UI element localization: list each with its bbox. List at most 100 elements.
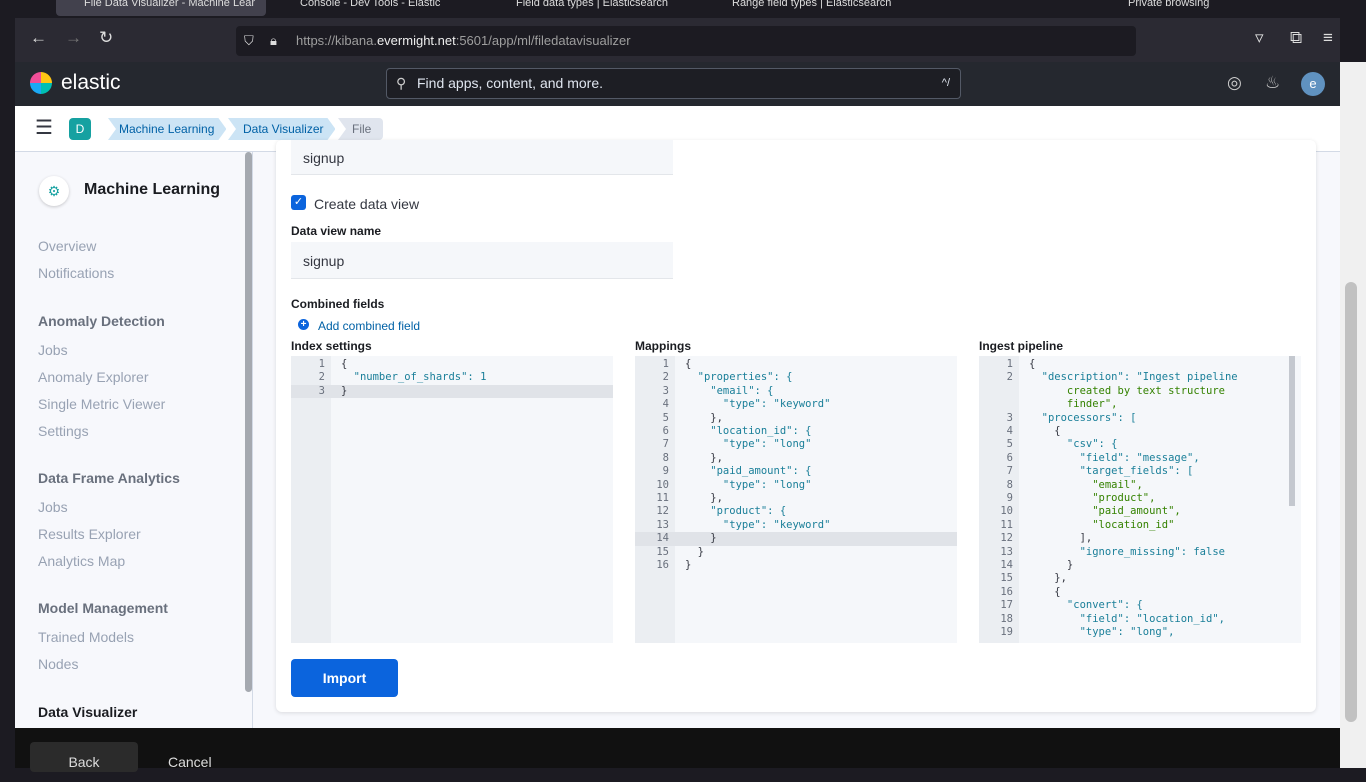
browser-tab[interactable]: Range field types | Elasticsearch	[704, 0, 904, 16]
extensions-icon[interactable]: ⧉	[1290, 28, 1302, 48]
sidebar-item[interactable]: Jobs	[38, 499, 68, 515]
code-text: },	[685, 492, 723, 504]
code-line[interactable]: 9 "product",	[979, 492, 1301, 505]
code-line[interactable]: 14 }	[635, 532, 957, 546]
code-line[interactable]: 3 "email": {	[635, 385, 957, 398]
code-line[interactable]: 16}	[635, 559, 957, 572]
code-line[interactable]: 11 "location_id"	[979, 519, 1301, 532]
plus-circle-icon[interactable]: +	[298, 319, 309, 330]
mappings-editor[interactable]: 1{2 "properties": {3 "email": {4 "type":…	[635, 356, 957, 643]
machine-learning-icon: ⚙	[39, 176, 69, 206]
sidebar-item[interactable]: Nodes	[38, 656, 78, 672]
code-line[interactable]: 5 },	[635, 412, 957, 425]
code-text: "type": "long"	[685, 478, 812, 491]
pocket-icon[interactable]: ▿	[1255, 28, 1264, 48]
code-line[interactable]: 6 "field": "message",	[979, 452, 1301, 465]
code-line[interactable]: 9 "paid_amount": {	[635, 465, 957, 478]
line-number: 13	[1000, 545, 1013, 558]
code-line[interactable]: 13 "type": "keyword"	[635, 519, 957, 532]
code-line[interactable]: finder",	[979, 398, 1301, 411]
cancel-button[interactable]: Cancel	[168, 742, 212, 782]
breadcrumb-data-visualizer[interactable]: Data Visualizer	[228, 118, 335, 140]
code-line[interactable]: created by text structure	[979, 385, 1301, 398]
menu-icon[interactable]: ≡	[1323, 28, 1333, 48]
code-line[interactable]: 15 }	[635, 546, 957, 559]
help-icon[interactable]: ◎	[1227, 73, 1242, 93]
code-line[interactable]: 12 ],	[979, 532, 1301, 545]
elastic-logo-icon[interactable]	[30, 72, 52, 94]
page-scrollbar[interactable]	[1340, 62, 1366, 768]
code-line[interactable]: 5 "csv": {	[979, 438, 1301, 451]
code-text: "field": "location_id",	[1029, 612, 1225, 625]
space-avatar[interactable]: D	[69, 118, 91, 140]
code-line[interactable]: 17 "convert": {	[979, 599, 1301, 612]
code-line[interactable]: 2 "number_of_shards": 1	[291, 371, 613, 384]
sidebar-item[interactable]: Analytics Map	[38, 553, 125, 569]
sidebar-item[interactable]: Overview	[38, 238, 96, 254]
line-number: 8	[1006, 478, 1013, 491]
data-view-name-input[interactable]: signup	[291, 242, 673, 279]
sidebar-item[interactable]: Single Metric Viewer	[38, 396, 165, 412]
code-line[interactable]: 18 "field": "location_id",	[979, 613, 1301, 626]
add-combined-field-link[interactable]: Add combined field	[318, 319, 420, 333]
user-avatar[interactable]: e	[1301, 72, 1325, 96]
code-line[interactable]: 10 "type": "long"	[635, 479, 957, 492]
newsfeed-icon[interactable]: ♨	[1265, 73, 1280, 93]
sidebar-scrollbar[interactable]	[245, 152, 252, 692]
code-line[interactable]: 16 {	[979, 586, 1301, 599]
sidebar-item[interactable]: Anomaly Explorer	[38, 369, 149, 385]
ingest-pipeline-editor[interactable]: 1{2 "description": "Ingest pipeline crea…	[979, 356, 1301, 643]
code-line[interactable]: 2 "description": "Ingest pipeline	[979, 371, 1301, 384]
code-line[interactable]: 1{	[635, 358, 957, 371]
code-line[interactable]: 3}	[291, 384, 613, 399]
code-line[interactable]: 10 "paid_amount",	[979, 505, 1301, 518]
code-line[interactable]: 15 },	[979, 572, 1301, 585]
page-scrollbar-thumb[interactable]	[1345, 282, 1357, 722]
code-line[interactable]: 13 "ignore_missing": false	[979, 546, 1301, 559]
browser-tab[interactable]: Field data types | Elasticsearch	[488, 0, 688, 16]
line-number: 2	[662, 371, 669, 384]
sidebar-section-heading: Anomaly Detection	[38, 313, 165, 329]
forward-arrow-icon[interactable]: →	[65, 28, 82, 48]
code-line[interactable]: 1{	[291, 358, 613, 371]
code-line[interactable]: 7 "target_fields": [	[979, 465, 1301, 478]
sidebar-section-heading[interactable]: Data Visualizer	[38, 704, 137, 720]
sidebar-item[interactable]: Settings	[38, 423, 89, 439]
code-line[interactable]: 19 "type": "long",	[979, 626, 1301, 639]
line-number: 7	[662, 438, 669, 451]
breadcrumb-machine-learning[interactable]: Machine Learning	[108, 118, 226, 140]
code-line[interactable]: 14 }	[979, 559, 1301, 572]
code-line[interactable]: 8 "email",	[979, 479, 1301, 492]
code-line[interactable]: 4 {	[979, 425, 1301, 438]
browser-tab[interactable]: Console - Dev Tools - Elastic	[272, 0, 472, 16]
url-bar[interactable]: ⛉ 🔒︎ https://kibana.evermight.net:5601/app…	[236, 26, 1136, 56]
browser-tab[interactable]: File Data Visualizer - Machine Lear	[56, 0, 266, 16]
sidebar-item[interactable]: Jobs	[38, 342, 68, 358]
code-line[interactable]: 2 "properties": {	[635, 371, 957, 384]
import-button[interactable]: Import	[291, 659, 398, 697]
sidebar-item[interactable]: Trained Models	[38, 629, 134, 645]
sidebar-item[interactable]: Results Explorer	[38, 526, 141, 542]
elastic-logo-text[interactable]: elastic	[61, 71, 121, 95]
line-number: 14	[1000, 559, 1013, 571]
index-settings-editor[interactable]: 1{2 "number_of_shards": 1 3}	[291, 356, 613, 643]
global-search-input[interactable]: ⚲ Find apps, content, and more. ^/	[386, 68, 961, 99]
code-text: "convert": {	[1029, 599, 1143, 612]
back-arrow-icon[interactable]: ←	[30, 28, 47, 48]
code-line[interactable]: 4 "type": "keyword"	[635, 398, 957, 411]
hamburger-menu-icon[interactable]: ☰	[35, 118, 53, 138]
code-line[interactable]: 12 "product": {	[635, 505, 957, 518]
code-line[interactable]: 7 "type": "long"	[635, 438, 957, 451]
sidebar-item[interactable]: Notifications	[38, 265, 114, 281]
reload-icon[interactable]: ↻	[99, 28, 113, 48]
code-line[interactable]: 11 },	[635, 492, 957, 505]
code-line[interactable]: 1{	[979, 358, 1301, 371]
search-shortcut: ^/	[941, 77, 950, 89]
index-name-input[interactable]: signup	[291, 140, 673, 175]
code-line[interactable]: 6 "location_id": {	[635, 425, 957, 438]
code-line[interactable]: 3 "processors": [	[979, 412, 1301, 425]
create-data-view-label[interactable]: Create data view	[314, 196, 419, 212]
code-line[interactable]: 8 },	[635, 452, 957, 465]
create-data-view-checkbox[interactable]: ✓	[291, 195, 306, 210]
ingest-pipeline-label: Ingest pipeline	[979, 339, 1064, 353]
